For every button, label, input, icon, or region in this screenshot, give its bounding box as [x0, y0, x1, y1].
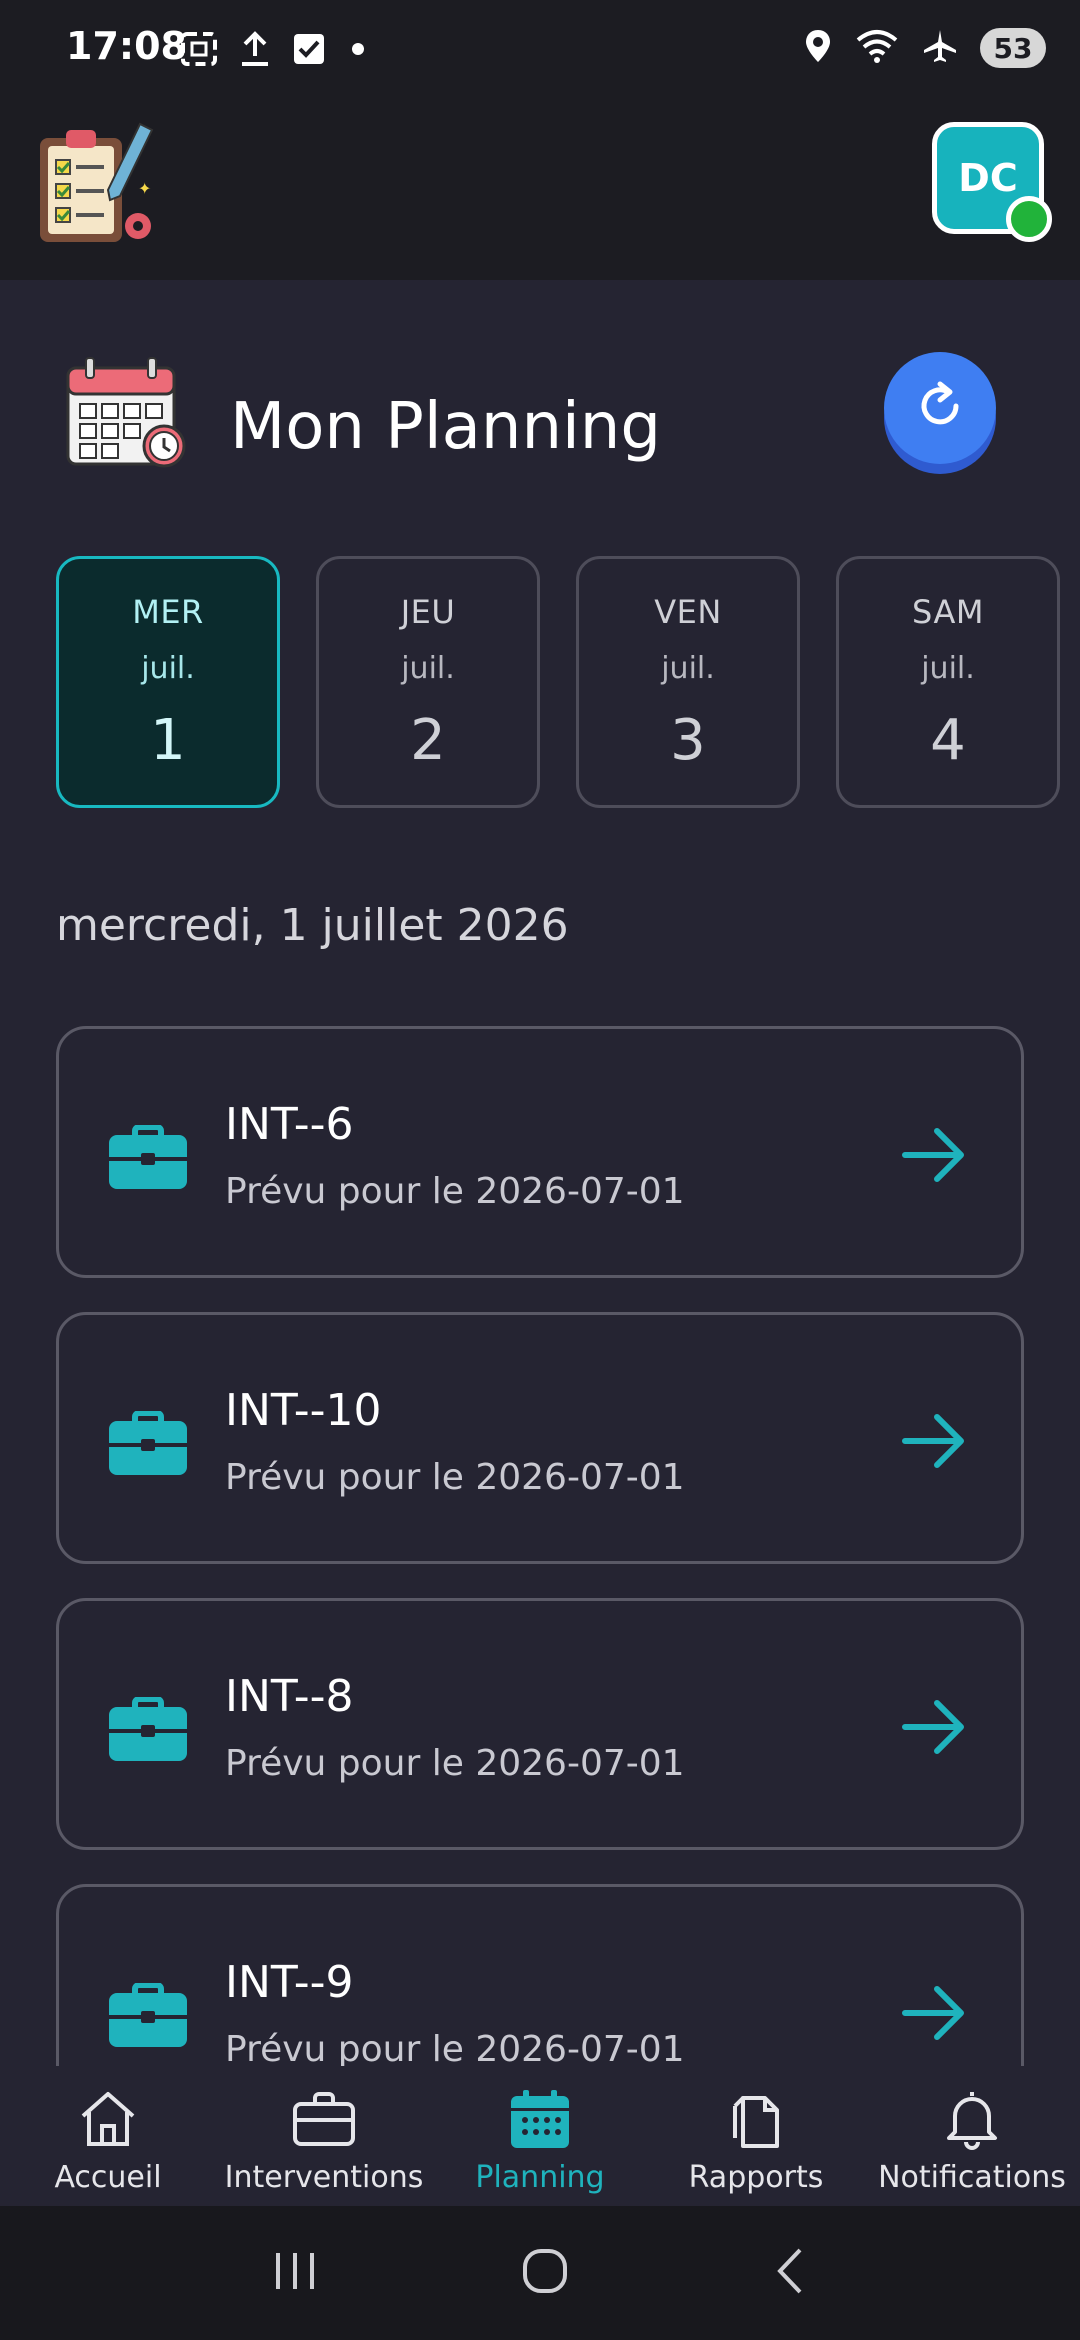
main-content: Mon Planning MER juil. 1 JEU juil. 2 VEN…	[0, 280, 1080, 2066]
nav-label: Planning	[475, 2160, 605, 2195]
selected-date-heading: mercredi, 1 juillet 2026	[56, 900, 569, 951]
intervention-title: INT--6	[225, 1099, 354, 1150]
arrow-right-icon	[901, 1983, 967, 2043]
intervention-list: INT--6 Prévu pour le 2026-07-01 INT--10 …	[56, 1026, 1024, 2066]
refresh-button[interactable]	[884, 352, 996, 464]
briefcase-icon	[107, 1124, 189, 1191]
day-card-ven[interactable]: VEN juil. 3	[576, 556, 800, 808]
airplane-icon	[922, 28, 958, 68]
day-card-sam[interactable]: SAM juil. 4	[836, 556, 1060, 808]
bottom-navigation: Accueil Interventions Planning Rapports …	[0, 2066, 1080, 2206]
svg-text:✦: ✦	[138, 179, 151, 198]
day-name: JEU	[400, 593, 456, 631]
intervention-title: INT--10	[225, 1385, 382, 1436]
status-right-icons: 53	[804, 28, 1046, 68]
screenshot-icon	[180, 31, 218, 71]
intervention-subtitle: Prévu pour le 2026-07-01	[225, 1457, 685, 1498]
day-name: SAM	[912, 593, 984, 631]
intervention-title: INT--8	[225, 1671, 354, 1722]
nav-item-accueil[interactable]: Accueil	[0, 2066, 216, 2206]
arrow-right-icon	[901, 1697, 967, 1757]
location-icon	[804, 28, 832, 68]
documents-icon	[723, 2086, 789, 2152]
nav-item-planning[interactable]: Planning	[432, 2066, 648, 2206]
app-bar: ✦ DC	[0, 100, 1080, 280]
intervention-subtitle: Prévu pour le 2026-07-01	[225, 2029, 685, 2066]
intervention-subtitle: Prévu pour le 2026-07-01	[225, 1171, 685, 1212]
battery-icon: 53	[980, 28, 1046, 68]
page-title: Mon Planning	[230, 390, 661, 464]
briefcase-icon	[107, 1696, 189, 1763]
home-icon	[75, 2086, 141, 2152]
back-icon[interactable]	[770, 2246, 810, 2300]
day-month: juil.	[401, 651, 455, 686]
nav-item-interventions[interactable]: Interventions	[216, 2066, 432, 2206]
checkbox-icon	[292, 32, 326, 70]
briefcase-icon	[291, 2086, 357, 2152]
dot-icon	[348, 39, 368, 63]
day-number: 3	[670, 708, 706, 773]
intervention-card[interactable]: INT--8 Prévu pour le 2026-07-01	[56, 1598, 1024, 1850]
calendar-icon	[507, 2086, 573, 2152]
day-name: VEN	[654, 593, 722, 631]
arrow-right-icon	[901, 1411, 967, 1471]
briefcase-icon	[107, 1982, 189, 2049]
status-bar: 17:08 53	[0, 0, 1080, 100]
nav-item-notifications[interactable]: Notifications	[864, 2066, 1080, 2206]
nav-label: Accueil	[54, 2160, 162, 2195]
intervention-title: INT--9	[225, 1957, 354, 2008]
day-selector: MER juil. 1 JEU juil. 2 VEN juil. 3 SAM …	[56, 556, 1060, 808]
wifi-icon	[854, 28, 900, 68]
day-number: 4	[930, 708, 966, 773]
calendar-clock-icon	[64, 354, 190, 474]
avatar-initials: DC	[958, 156, 1018, 200]
day-number: 2	[410, 708, 446, 773]
nav-label: Rapports	[688, 2160, 824, 2195]
nav-label: Notifications	[878, 2160, 1066, 2195]
clipboard-checklist-logo: ✦	[34, 120, 164, 250]
intervention-subtitle: Prévu pour le 2026-07-01	[225, 1743, 685, 1784]
arrow-right-icon	[901, 1125, 967, 1185]
intervention-card[interactable]: INT--6 Prévu pour le 2026-07-01	[56, 1026, 1024, 1278]
intervention-card[interactable]: INT--10 Prévu pour le 2026-07-01	[56, 1312, 1024, 1564]
system-navigation-bar	[0, 2206, 1080, 2340]
day-month: juil.	[921, 651, 975, 686]
status-time: 17:08	[66, 24, 187, 68]
day-card-mer[interactable]: MER juil. 1	[56, 556, 280, 808]
intervention-card[interactable]: INT--9 Prévu pour le 2026-07-01	[56, 1884, 1024, 2066]
day-month: juil.	[141, 651, 195, 686]
nav-label: Interventions	[224, 2160, 424, 2195]
home-button-icon[interactable]	[520, 2246, 570, 2300]
status-left-icons	[180, 30, 368, 72]
nav-item-rapports[interactable]: Rapports	[648, 2066, 864, 2206]
refresh-icon	[910, 376, 970, 440]
online-status-indicator	[1006, 196, 1052, 242]
day-name: MER	[132, 593, 204, 631]
day-month: juil.	[661, 651, 715, 686]
day-card-jeu[interactable]: JEU juil. 2	[316, 556, 540, 808]
briefcase-icon	[107, 1410, 189, 1477]
day-number: 1	[150, 708, 186, 773]
recent-apps-icon[interactable]	[270, 2249, 320, 2297]
upload-icon	[240, 30, 270, 72]
bell-icon	[939, 2086, 1005, 2152]
